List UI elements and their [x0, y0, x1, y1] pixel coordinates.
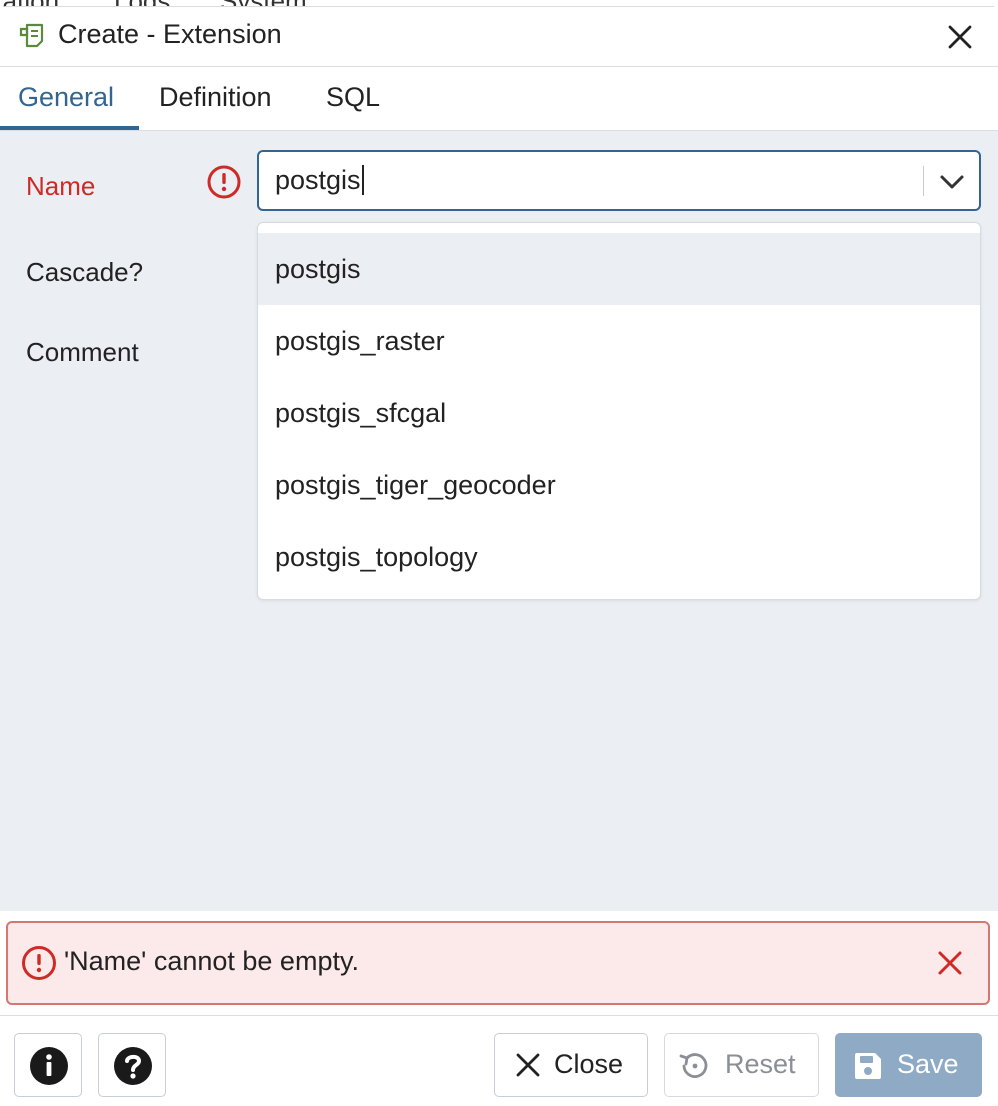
tab-general[interactable]: General: [18, 82, 114, 113]
close-icon: [516, 1053, 540, 1077]
comment-label: Comment: [26, 337, 139, 367]
error-message: 'Name' cannot be empty.: [64, 946, 359, 976]
tab-bar: General Definition SQL: [0, 68, 998, 131]
dialog-footer: Close Reset Save: [0, 1015, 998, 1106]
name-label: Name: [26, 171, 96, 201]
dialog-titlebar: Create - Extension: [0, 7, 998, 67]
name-select[interactable]: postgis: [257, 150, 981, 211]
close-icon[interactable]: [934, 947, 966, 979]
name-dropdown-menu: postgis postgis_raster postgis_sfcgal po…: [257, 222, 981, 600]
select-separator: [923, 166, 924, 196]
tab-sql[interactable]: SQL: [326, 82, 380, 113]
cascade-label: Cascade?: [26, 257, 144, 287]
active-tab-indicator: [0, 126, 139, 130]
save-button[interactable]: Save: [835, 1033, 982, 1097]
close-button[interactable]: Close: [494, 1033, 648, 1097]
help-button[interactable]: [98, 1033, 166, 1097]
save-icon: [855, 1053, 881, 1079]
create-extension-dialog: Create - Extension General Definition SQ…: [0, 6, 998, 1106]
reset-button[interactable]: Reset: [664, 1033, 819, 1097]
dropdown-option-postgis-raster[interactable]: postgis_raster: [258, 305, 980, 377]
dropdown-option-postgis-topology[interactable]: postgis_topology: [258, 521, 980, 593]
name-input[interactable]: postgis: [275, 165, 364, 196]
dropdown-option-postgis[interactable]: postgis: [258, 233, 980, 305]
text-cursor: [361, 165, 364, 195]
dialog-title: Create - Extension: [58, 19, 282, 49]
extension-icon: [19, 23, 44, 48]
chevron-down-icon[interactable]: [937, 168, 967, 196]
dropdown-option-postgis-tiger-geocoder[interactable]: postgis_tiger_geocoder: [258, 449, 980, 521]
info-button[interactable]: [14, 1033, 82, 1097]
error-message-bar: 'Name' cannot be empty.: [6, 921, 990, 1005]
close-icon[interactable]: [944, 21, 976, 53]
general-tab-panel: Name postgis Cascade? Comment postgis po…: [0, 131, 998, 911]
reset-button-label: Reset: [725, 1049, 796, 1079]
close-button-label: Close: [554, 1049, 624, 1079]
tab-definition[interactable]: Definition: [159, 82, 272, 113]
error-icon: [22, 946, 56, 980]
name-input-value: postgis: [275, 165, 361, 195]
reset-icon: [679, 1053, 708, 1078]
save-button-label: Save: [897, 1049, 959, 1079]
error-icon: [207, 165, 241, 199]
help-icon: [114, 1047, 152, 1085]
info-icon: [30, 1047, 68, 1085]
dropdown-option-postgis-sfcgal[interactable]: postgis_sfcgal: [258, 377, 980, 449]
